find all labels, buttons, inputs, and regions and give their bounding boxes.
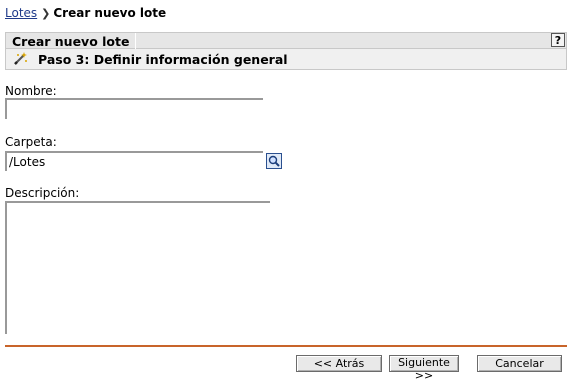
step-title: Paso 3: Definir información general xyxy=(38,52,288,67)
carpeta-label: Carpeta: xyxy=(5,135,57,149)
nombre-field[interactable] xyxy=(5,98,263,119)
descripcion-field[interactable] xyxy=(5,201,270,334)
nombre-label: Nombre: xyxy=(5,84,57,98)
breadcrumb: Lotes ❯ Crear nuevo lote xyxy=(5,6,166,20)
footer-divider xyxy=(5,345,567,347)
help-button[interactable]: ? xyxy=(551,33,565,47)
page-header: Crear nuevo lote ? xyxy=(5,32,567,49)
breadcrumb-current: Crear nuevo lote xyxy=(53,6,167,20)
cancel-button[interactable]: Cancelar xyxy=(477,355,562,372)
page-title: Crear nuevo lote xyxy=(12,34,130,49)
header-divider xyxy=(135,33,136,49)
breadcrumb-link-lotes[interactable]: Lotes xyxy=(5,6,37,20)
back-button[interactable]: << Atrás xyxy=(296,355,382,372)
next-button[interactable]: Siguiente >> xyxy=(389,355,459,382)
descripcion-label: Descripción: xyxy=(5,186,80,200)
step-bar: Paso 3: Definir información general xyxy=(5,49,567,70)
browse-folder-button[interactable] xyxy=(266,153,282,169)
carpeta-field[interactable] xyxy=(5,151,263,171)
wizard-wand-icon xyxy=(12,51,28,67)
magnifier-icon xyxy=(268,155,280,167)
chevron-right-icon: ❯ xyxy=(41,7,51,20)
